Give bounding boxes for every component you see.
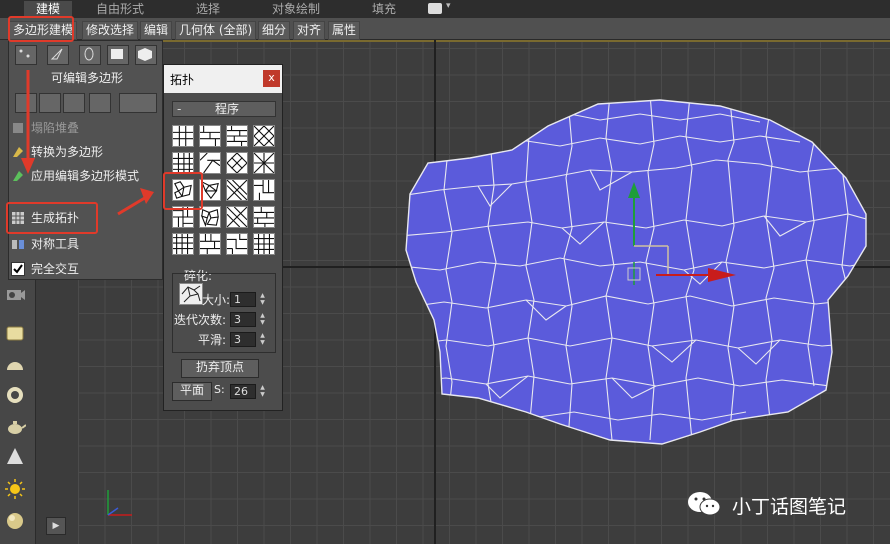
watermark-text: 小丁话图笔记 xyxy=(732,496,847,518)
wechat-icon xyxy=(688,492,721,516)
annotation-arrows xyxy=(21,70,154,216)
watermark: 小丁话图笔记 xyxy=(686,486,886,522)
